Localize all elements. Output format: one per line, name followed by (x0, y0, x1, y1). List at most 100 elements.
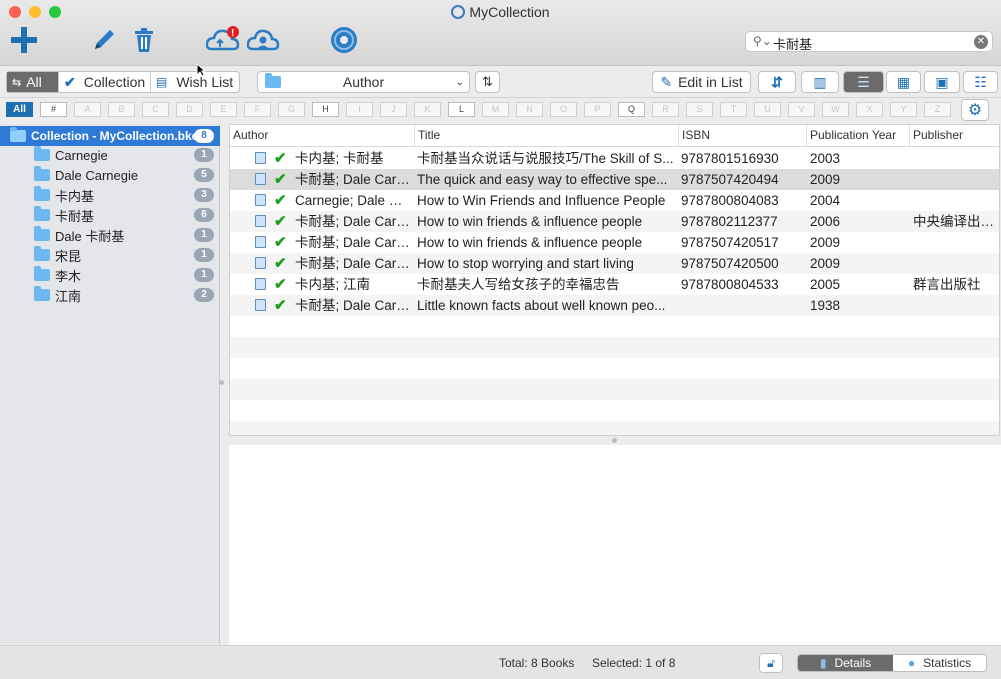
add-icon (11, 27, 37, 53)
filter-wishlist[interactable]: ▤ Wish List (151, 72, 239, 92)
detail-view-button[interactable]: ☷ (963, 71, 998, 93)
sidebar-item[interactable]: 卡耐基 6 (0, 205, 220, 225)
cloud-user-button[interactable] (247, 24, 281, 56)
alphabet-filter-y[interactable]: Y (890, 102, 917, 117)
group-by-value: Author (342, 74, 385, 90)
alphabet-filter-a[interactable]: A (74, 102, 101, 117)
lock-button[interactable]: 🔓︎ (759, 653, 783, 673)
column-header-title[interactable]: Title (415, 125, 679, 147)
columns-icon: ▥ (813, 73, 827, 90)
cd-button[interactable] (328, 24, 360, 56)
alphabet-filter-t[interactable]: T (720, 102, 747, 117)
table-row[interactable]: ✔ 卡内基; 江南 卡耐基夫人写给女孩子的幸福忠告 9787800804533 2005… (230, 274, 999, 295)
column-header-publisher[interactable]: Publisher (910, 125, 999, 147)
sort-button[interactable]: ⇅ (475, 71, 500, 93)
search-field[interactable]: ⚲⌄ 卡耐基 ✕ (745, 31, 993, 52)
alphabet-filter-x[interactable]: X (856, 102, 883, 117)
columns-button[interactable]: ▥ (801, 71, 839, 93)
alphabet-filter-v[interactable]: V (788, 102, 815, 117)
sidebar-item[interactable]: 江南 2 (0, 285, 220, 305)
alphabet-filter-e[interactable]: E (210, 102, 237, 117)
sidebar-item-label: 宋昆 (55, 248, 82, 264)
table-row[interactable]: ✔ 卡内基; 卡耐基 卡耐基当众说话与说服技巧/The Skill of S... 9… (230, 148, 999, 169)
grid-view-button[interactable]: ▦ (886, 71, 921, 93)
alphabet-filter-z[interactable]: Z (924, 102, 951, 117)
alphabet-filter-w[interactable]: W (822, 102, 849, 117)
edit-in-list-button[interactable]: ✎ Edit in List (652, 71, 751, 93)
alphabet-filter-p[interactable]: P (584, 102, 611, 117)
list-view-icon: ☰ (857, 73, 870, 90)
tab-details[interactable]: ▮ Details (798, 655, 893, 671)
cell-publisher (913, 148, 999, 169)
table-row[interactable]: ✔ 卡耐基; Dale Carn... The quick and easy way… (230, 169, 999, 190)
table-row[interactable]: ✔ 卡耐基; Dale Carn... How to win friends & i… (230, 211, 999, 232)
count-badge: 1 (194, 248, 214, 262)
table-row[interactable]: ✔ 卡耐基; Dale Carn... How to stop worrying a… (230, 253, 999, 274)
collection-check-icon: ✔ (64, 73, 76, 90)
alphabet-filter-u[interactable]: U (754, 102, 781, 117)
alphabet-filter-q[interactable]: Q (618, 102, 645, 117)
sidebar-item-label: 卡耐基 (55, 208, 95, 224)
alphabet-filter-hash[interactable]: # (40, 102, 67, 117)
cell-year: 2004 (810, 193, 841, 208)
alphabet-filter-s[interactable]: S (686, 102, 713, 117)
tab-statistics[interactable]: ● Statistics (893, 655, 986, 671)
alphabet-filter-g[interactable]: G (278, 102, 305, 117)
sort-order-button[interactable]: ⇵ (758, 71, 796, 93)
alphabet-filter-d[interactable]: D (176, 102, 203, 117)
alphabet-filter-m[interactable]: M (482, 102, 509, 117)
cell-author: 卡耐基; Dale Carn... (295, 214, 413, 229)
sidebar-item[interactable]: 李木 1 (0, 265, 220, 285)
add-button[interactable] (8, 24, 40, 56)
owned-check-icon: ✔ (274, 171, 287, 188)
cloud-sync-icon: ! (206, 26, 240, 51)
cell-year: 2009 (810, 256, 841, 271)
filter-all-label: All (26, 74, 42, 90)
alphabet-filter-n[interactable]: N (516, 102, 543, 117)
table-row[interactable]: ✔ Carnegie; Dale 卡... How to Win Friends a… (230, 190, 999, 211)
alphabet-filter-b[interactable]: B (108, 102, 135, 117)
table-row[interactable]: ✔ 卡耐基; Dale Carn... How to win friends & i… (230, 232, 999, 253)
book-icon (255, 236, 266, 248)
group-by-select[interactable]: Author ⌄ (257, 71, 470, 93)
clear-search-icon[interactable]: ✕ (974, 35, 988, 49)
column-header-year[interactable]: Publication Year (807, 125, 910, 147)
sidebar-item-label: Dale 卡耐基 (55, 228, 125, 244)
alphabet-filter-all[interactable]: All (6, 102, 33, 117)
card-view-button[interactable]: ▣ (924, 71, 960, 93)
edit-button[interactable] (90, 24, 118, 56)
detail-view-icon: ☷ (974, 73, 987, 90)
alphabet-filter-k[interactable]: K (414, 102, 441, 117)
cloud-sync-button[interactable]: ! (206, 24, 242, 56)
sidebar-item[interactable]: 卡内基 3 (0, 185, 220, 205)
settings-button[interactable]: ⚙ (961, 99, 989, 121)
delete-button[interactable] (131, 24, 157, 56)
sidebar-item[interactable]: 宋昆 1 (0, 245, 220, 265)
column-header-isbn[interactable]: ISBN (679, 125, 807, 147)
sidebar-item[interactable]: Carnegie 1 (0, 145, 220, 165)
filter-all[interactable]: ⇆ All (7, 72, 59, 92)
sidebar-resize-handle[interactable] (219, 380, 224, 385)
search-input[interactable]: 卡耐基 (773, 34, 812, 53)
alphabet-filter-j[interactable]: J (380, 102, 407, 117)
sidebar: Collection - MyCollection.bkcp 8 Carnegie 1… (0, 124, 224, 644)
book-icon (255, 215, 266, 227)
sidebar-item[interactable]: Dale 卡耐基 1 (0, 225, 220, 245)
filter-collection[interactable]: ✔ Collection (59, 72, 151, 92)
split-handle[interactable] (229, 436, 1000, 445)
alphabet-filter-o[interactable]: O (550, 102, 577, 117)
alphabet-filter-c[interactable]: C (142, 102, 169, 117)
alphabet-filter-l[interactable]: L (448, 102, 475, 117)
table-row[interactable]: ✔ 卡耐基; Dale Carn... Little known facts abo… (230, 295, 999, 316)
tab-details-label: Details (834, 656, 872, 670)
alphabet-filter-h[interactable]: H (312, 102, 339, 117)
folder-icon (34, 146, 50, 161)
cell-publisher (913, 232, 999, 253)
list-view-button[interactable]: ☰ (843, 71, 884, 93)
alphabet-filter-f[interactable]: F (244, 102, 271, 117)
alphabet-filter-r[interactable]: R (652, 102, 679, 117)
alphabet-filter-i[interactable]: I (346, 102, 373, 117)
sidebar-item[interactable]: Dale Carnegie 5 (0, 165, 220, 185)
column-header-author[interactable]: Author (230, 125, 415, 147)
sidebar-item-collection[interactable]: Collection - MyCollection.bkcp 8 (0, 126, 220, 146)
